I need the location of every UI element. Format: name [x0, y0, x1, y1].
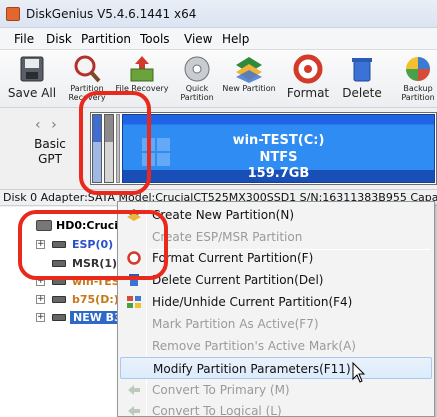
menu-disk[interactable]: Disk: [46, 32, 72, 46]
menu-hide-unhide[interactable]: Hide/Unhide Current Partition(F4): [120, 291, 432, 313]
menu-create-new-partition[interactable]: Create New Partition(N): [120, 204, 432, 226]
disk-map: ‹ › Basic GPT win-TEST(C:) NTFS 159.7GB: [0, 109, 437, 189]
menu-tools[interactable]: Tools: [140, 32, 170, 46]
partition-recovery-button[interactable]: Partition Recovery: [59, 52, 115, 106]
msr-partition-block[interactable]: [104, 114, 114, 183]
partition-gap: [116, 114, 120, 183]
new-partition-icon: [127, 209, 141, 221]
menu-remove-active-mark: Remove Partition's Active Mark(A): [152, 339, 356, 353]
partition-icon: [52, 278, 66, 285]
menu-convert-to-logical: Convert To Logical (L): [120, 400, 432, 417]
delete-button[interactable]: Delete: [334, 52, 390, 106]
menu-delete-partition[interactable]: Delete Current Partition(Del): [120, 269, 432, 291]
menu-view[interactable]: View: [184, 32, 212, 46]
magnifier-icon: [74, 55, 101, 83]
delete-icon: [129, 274, 139, 286]
hard-disk-icon: [36, 220, 52, 231]
title-bar: DiskGenius V5.4.6.1441 x64: [0, 0, 437, 28]
partition-size: 159.7GB: [247, 166, 310, 181]
file-recovery-button[interactable]: File Recovery: [114, 52, 170, 106]
new-partition-icon: [236, 57, 262, 83]
menu-format-partition[interactable]: Format Current Partition(F): [120, 247, 432, 269]
mouse-cursor-icon: [352, 362, 366, 383]
format-button[interactable]: Format: [280, 52, 336, 106]
partition-name: win-TEST(C:): [232, 133, 325, 148]
menu-help[interactable]: Help: [222, 32, 249, 46]
partition-icon: [52, 260, 66, 267]
toolbar: Save All Partition Recovery File Recover…: [0, 50, 437, 108]
backup-icon: [406, 57, 430, 81]
disk-nav-arrows[interactable]: ‹ ›: [35, 117, 57, 133]
menu-modify-partition-parameters[interactable]: Modify Partition Parameters(F11): [120, 357, 432, 379]
file-recovery-icon: [130, 56, 154, 82]
menu-file[interactable]: File: [14, 32, 34, 46]
expand-icon[interactable]: +: [36, 295, 45, 304]
quick-partition-button[interactable]: Quick Partition: [169, 52, 225, 106]
partition-icon: [52, 296, 66, 303]
main-partition-block[interactable]: win-TEST(C:) NTFS 159.7GB: [122, 114, 435, 183]
convert-icon: [128, 406, 140, 416]
convert-icon: [128, 385, 140, 395]
hide-unhide-icon: [127, 296, 141, 308]
new-partition-button[interactable]: New Partition: [221, 52, 277, 106]
menu-mark-active: Mark Partition As Active(F7): [152, 317, 319, 331]
app-logo-icon: [6, 7, 20, 21]
esp-partition-block[interactable]: [92, 114, 102, 183]
disk-type-label: Basic GPT: [34, 137, 66, 166]
expand-icon[interactable]: +: [36, 240, 45, 249]
save-disk-icon: [20, 56, 44, 82]
expand-icon[interactable]: +: [36, 277, 45, 286]
format-icon: [293, 54, 323, 84]
menu-bar: File Disk Partition Tools View Help: [0, 28, 437, 50]
partition-icon: [52, 241, 66, 248]
menu-create-esp-msr: Create ESP/MSR Partition: [152, 230, 303, 244]
partition-context-menu: Create New Partition(N) Create ESP/MSR P…: [117, 201, 435, 417]
delete-icon: [352, 58, 372, 82]
menu-partition[interactable]: Partition: [81, 32, 131, 46]
backup-partition-button[interactable]: Backup Partition: [390, 52, 437, 106]
chevron-left-icon[interactable]: ‹: [35, 117, 41, 133]
partition-strip: win-TEST(C:) NTFS 159.7GB: [90, 112, 437, 185]
expand-icon[interactable]: +: [36, 313, 45, 322]
window-title: DiskGenius V5.4.6.1441 x64: [26, 7, 197, 21]
menu-convert-to-primary: Convert To Primary (M): [120, 379, 432, 401]
format-icon: [127, 251, 141, 265]
chevron-right-icon[interactable]: ›: [51, 117, 57, 133]
quick-partition-icon: [184, 56, 210, 82]
partition-icon: [52, 314, 66, 321]
save-all-button[interactable]: Save All: [4, 52, 60, 106]
partition-filesystem: NTFS: [259, 150, 298, 165]
